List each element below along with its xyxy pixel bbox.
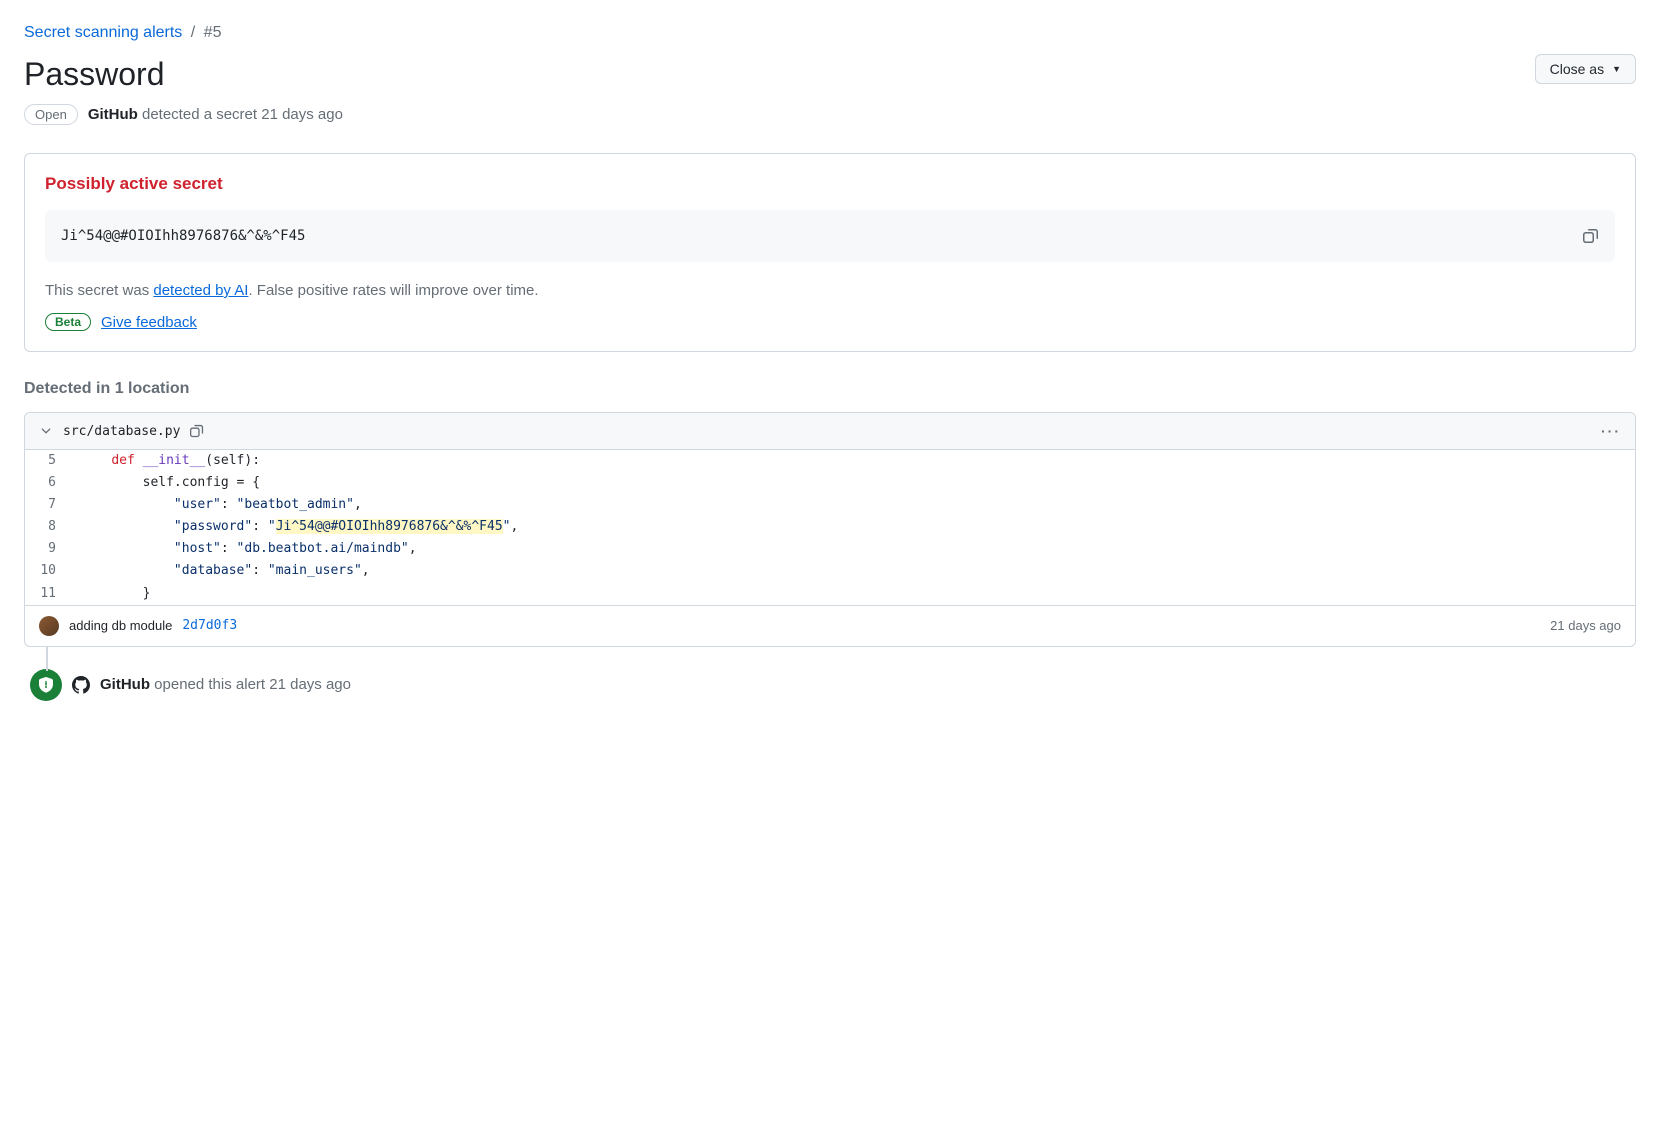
- code-line: 7 "user": "beatbot_admin",: [25, 494, 1635, 516]
- timeline-item: GitHub opened this alert 21 days ago: [30, 669, 1636, 701]
- timeline: GitHub opened this alert 21 days ago: [24, 669, 1636, 701]
- header-row: Password Close as ▼: [24, 54, 1636, 94]
- line-number: 8: [25, 516, 70, 538]
- code-line: 6 self.config = {: [25, 472, 1635, 494]
- close-as-button[interactable]: Close as ▼: [1535, 54, 1636, 84]
- line-number: 9: [25, 538, 70, 560]
- state-badge: Open: [24, 104, 78, 125]
- secret-panel: Possibly active secret Ji^54@@#OIOIhh897…: [24, 153, 1636, 352]
- ai-detection-note: This secret was detected by AI. False po…: [45, 282, 1615, 299]
- feedback-row: Beta Give feedback: [45, 313, 1615, 331]
- code-header: src/database.py ···: [25, 413, 1635, 450]
- detected-heading: Detected in 1 location: [24, 380, 1636, 398]
- code-line: 10 "database": "main_users",: [25, 560, 1635, 582]
- caret-down-icon: ▼: [1612, 64, 1621, 74]
- page-title: Password: [24, 54, 165, 94]
- copy-icon[interactable]: [1583, 228, 1599, 244]
- detected-by-ai-link[interactable]: detected by AI: [153, 282, 248, 299]
- timeline-actor[interactable]: GitHub: [100, 676, 150, 693]
- file-path[interactable]: src/database.py: [63, 424, 180, 439]
- give-feedback-link[interactable]: Give feedback: [101, 314, 197, 331]
- code-footer: adding db module 2d7d0f3 21 days ago: [25, 605, 1635, 646]
- line-number: 10: [25, 560, 70, 582]
- subhead-rest: detected a secret 21 days ago: [142, 106, 343, 123]
- avatar[interactable]: [39, 616, 59, 636]
- line-number: 5: [25, 450, 70, 472]
- subhead-actor: GitHub: [88, 106, 138, 123]
- highlighted-secret: Ji^54@@#OIOIhh8976876&^&%^F45: [276, 519, 503, 534]
- chevron-down-icon[interactable]: [39, 424, 53, 438]
- secret-value-box: Ji^54@@#OIOIhh8976876&^&%^F45: [45, 210, 1615, 262]
- commit-ago: 21 days ago: [1550, 618, 1621, 633]
- subheader: Open GitHub detected a secret 21 days ag…: [24, 104, 1636, 125]
- code-body: 5 def __init__(self): 6 self.config = { …: [25, 450, 1635, 605]
- code-panel: src/database.py ··· 5 def __init__(self)…: [24, 412, 1636, 647]
- note-post: . False positive rates will improve over…: [248, 282, 538, 299]
- breadcrumb-separator: /: [191, 24, 195, 41]
- github-logo-icon: [72, 676, 90, 694]
- line-number: 11: [25, 583, 70, 605]
- note-pre: This secret was: [45, 282, 153, 299]
- kebab-menu-icon[interactable]: ···: [1601, 423, 1621, 439]
- breadcrumb: Secret scanning alerts / #5: [24, 24, 1636, 42]
- code-line: 8 "password": "Ji^54@@#OIOIhh8976876&^&%…: [25, 516, 1635, 538]
- commit-message: adding db module: [69, 618, 172, 633]
- code-line: 11 }: [25, 583, 1635, 605]
- beta-badge: Beta: [45, 313, 91, 331]
- code-line: 5 def __init__(self):: [25, 450, 1635, 472]
- breadcrumb-current: #5: [204, 24, 222, 41]
- panel-title: Possibly active secret: [45, 174, 1615, 194]
- shield-icon: [30, 669, 62, 701]
- secret-value: Ji^54@@#OIOIhh8976876&^&%^F45: [61, 228, 305, 244]
- code-line: 9 "host": "db.beatbot.ai/maindb",: [25, 538, 1635, 560]
- close-as-label: Close as: [1550, 61, 1604, 77]
- commit-sha-link[interactable]: 2d7d0f3: [182, 618, 237, 633]
- line-number: 6: [25, 472, 70, 494]
- copy-path-icon[interactable]: [190, 424, 204, 438]
- timeline-rest: opened this alert 21 days ago: [154, 676, 351, 693]
- breadcrumb-parent-link[interactable]: Secret scanning alerts: [24, 24, 182, 41]
- line-number: 7: [25, 494, 70, 516]
